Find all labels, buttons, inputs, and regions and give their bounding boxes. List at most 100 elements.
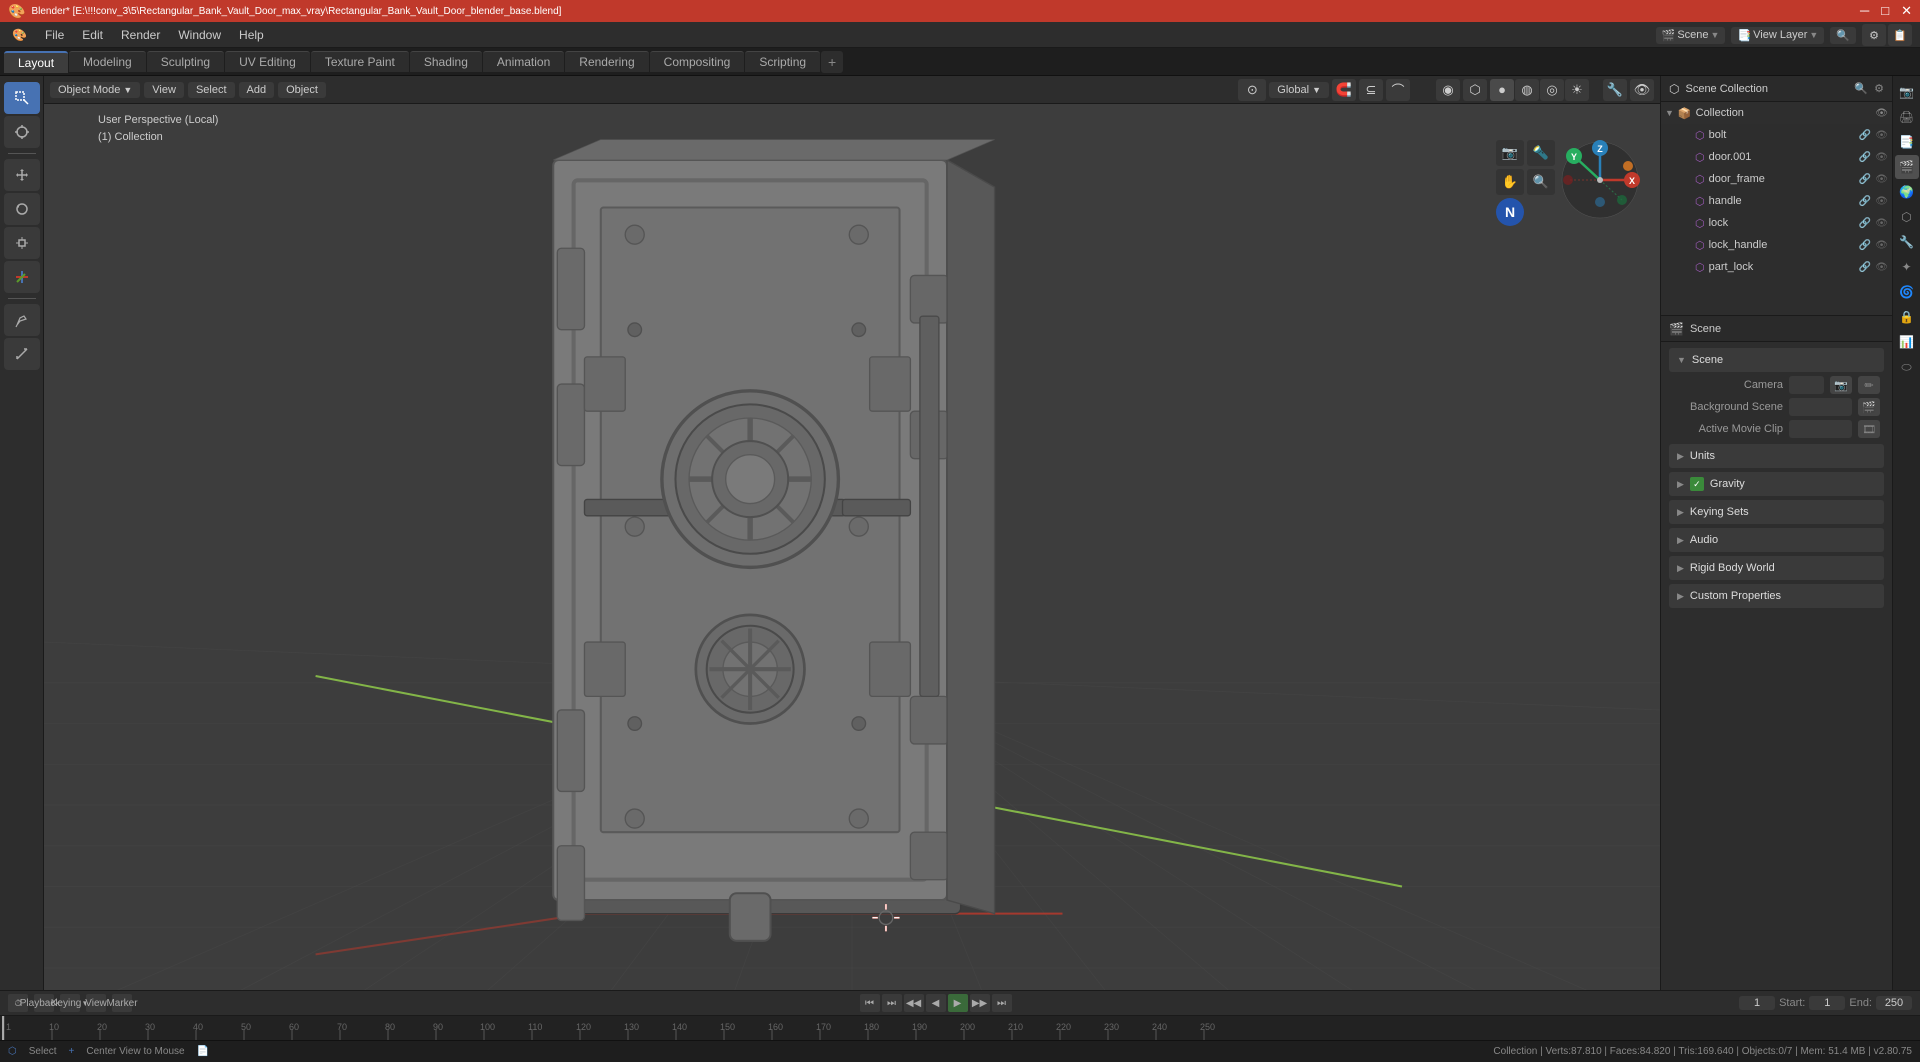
bolt-vis-icon[interactable]: 👁 <box>1875 130 1888 141</box>
bg-scene-value[interactable] <box>1789 398 1852 416</box>
viewport-add-btn[interactable]: Add <box>239 82 275 98</box>
tab-animation[interactable]: Animation <box>483 51 564 72</box>
audio-section-header[interactable]: ▶ Audio <box>1669 528 1884 552</box>
window-controls[interactable]: ─ □ ✕ <box>1860 3 1912 19</box>
viewport-solid-btn[interactable]: ● <box>1490 79 1514 101</box>
viewport-mode-btn[interactable]: Object Mode ▼ <box>50 82 140 98</box>
menu-help[interactable]: Help <box>231 26 272 44</box>
timeline-ruler[interactable]: 1 10 20 30 40 50 60 70 <box>0 1016 1920 1040</box>
tl-back-btn[interactable]: ◀◀ <box>904 994 924 1012</box>
camera-edit-btn[interactable]: ✏ <box>1858 376 1880 394</box>
viewport-tool-btn1[interactable]: 📷 <box>1496 140 1524 166</box>
prop-icon-scene[interactable]: 🎬 <box>1895 155 1919 179</box>
prop-icon-modifier[interactable]: 🔧 <box>1895 230 1919 254</box>
viewport-3d[interactable]: Object Mode ▼ View Select Add Object ⊙ G… <box>44 76 1660 990</box>
vis-icon[interactable]: 👁 <box>1875 108 1888 119</box>
close-btn[interactable]: ✕ <box>1901 3 1912 19</box>
tab-modeling[interactable]: Modeling <box>69 51 146 72</box>
viewport-rendered-btn[interactable]: ◎ <box>1540 79 1564 101</box>
viewport-tool-btn3[interactable]: ✋ <box>1496 169 1524 195</box>
gravity-section-header[interactable]: ▶ ✓ Gravity <box>1669 472 1884 496</box>
menu-render[interactable]: Render <box>113 26 168 44</box>
end-frame-input[interactable]: 250 <box>1876 996 1912 1010</box>
camera-value[interactable] <box>1789 376 1824 394</box>
tab-shading[interactable]: Shading <box>410 51 482 72</box>
viewport-overlay2-btn[interactable]: 👁 <box>1630 79 1654 101</box>
movie-clip-value[interactable] <box>1789 420 1852 438</box>
tl-next-frame-btn[interactable]: ▶▶ <box>970 994 990 1012</box>
menu-window[interactable]: Window <box>170 26 229 44</box>
tool-scale[interactable] <box>4 227 40 259</box>
tl-jump-start-btn[interactable]: ⏮ <box>860 994 880 1012</box>
viewport-object-btn[interactable]: Object <box>278 82 326 98</box>
tool-transform[interactable] <box>4 261 40 293</box>
search-box[interactable]: 🔍 <box>1830 27 1856 44</box>
outliner-item-part-lock[interactable]: ⬡ part_lock 🔗 👁 <box>1661 256 1892 278</box>
custom-props-section-header[interactable]: ▶ Custom Properties <box>1669 584 1884 608</box>
tl-keying-btn[interactable]: Keying ▼ <box>60 994 80 1012</box>
menu-blender[interactable]: 🎨 <box>4 26 35 44</box>
tl-play-btn[interactable]: ▶ <box>948 994 968 1012</box>
viewport-pivot-btn[interactable]: ⊙ <box>1238 79 1266 101</box>
viewport-view-btn[interactable]: View <box>144 82 184 98</box>
tl-prev-frame-btn[interactable]: ◀ <box>926 994 946 1012</box>
tab-texture-paint[interactable]: Texture Paint <box>311 51 409 72</box>
maximize-btn[interactable]: □ <box>1881 3 1889 19</box>
tab-rendering[interactable]: Rendering <box>565 51 648 72</box>
movie-clip-btn[interactable]: 🎞 <box>1858 420 1880 438</box>
axis-widget[interactable]: X Y Z <box>1560 140 1640 220</box>
outliner-item-door-frame[interactable]: ⬡ door_frame 🔗 👁 <box>1661 168 1892 190</box>
outliner-item-lock[interactable]: ⬡ lock 🔗 👁 <box>1661 212 1892 234</box>
tool-rotate[interactable] <box>4 193 40 225</box>
prop-icon-object[interactable]: ⬡ <box>1895 205 1919 229</box>
tab-uv-editing[interactable]: UV Editing <box>225 51 310 72</box>
tool-move[interactable] <box>4 159 40 191</box>
tl-step-back-btn[interactable]: ⏭ <box>882 994 902 1012</box>
prop-icon-material[interactable]: ⬭ <box>1895 355 1919 379</box>
viewport-global-btn[interactable]: Global ▼ <box>1269 82 1329 98</box>
tool-measure[interactable] <box>4 338 40 370</box>
tab-sculpting[interactable]: Sculpting <box>147 51 224 72</box>
viewport-xray-btn[interactable]: ⬡ <box>1463 79 1487 101</box>
start-frame-input[interactable]: 1 <box>1809 996 1845 1010</box>
handle-vis-icon[interactable]: 👁 <box>1875 196 1888 207</box>
viewport-gizmo-btn[interactable]: 🔧 <box>1603 79 1627 101</box>
lockhandle-vis-icon[interactable]: 👁 <box>1875 240 1888 251</box>
tl-jump-end-btn[interactable]: ⏭ <box>992 994 1012 1012</box>
camera-btn[interactable]: 📷 <box>1830 376 1852 394</box>
lock-vis-icon[interactable]: 👁 <box>1875 218 1888 229</box>
gravity-check[interactable]: ✓ <box>1690 477 1704 491</box>
top-menu-icon2[interactable]: 📋 <box>1888 24 1912 46</box>
viewport-snap-btn[interactable]: 🧲 <box>1332 79 1356 101</box>
viewport-tool-btn4[interactable]: 🔍 <box>1527 169 1555 195</box>
scene-dropdown-icon[interactable]: ▼ <box>1711 30 1720 40</box>
units-section-header[interactable]: ▶ Units <box>1669 444 1884 468</box>
current-frame-input[interactable]: 1 <box>1739 996 1775 1010</box>
viewlayer-label[interactable]: View Layer <box>1753 29 1807 41</box>
nav-icon[interactable]: N <box>1496 198 1524 226</box>
outliner-item-collection[interactable]: ▼ 📦 Collection 👁 <box>1661 102 1892 124</box>
outliner-item-handle[interactable]: ⬡ handle 🔗 👁 <box>1661 190 1892 212</box>
tl-view-btn[interactable]: View <box>86 994 106 1012</box>
tool-annotate[interactable] <box>4 304 40 336</box>
doorframe-vis-icon[interactable]: 👁 <box>1875 174 1888 185</box>
tab-scripting[interactable]: Scripting <box>745 51 820 72</box>
prop-icon-world[interactable]: 🌍 <box>1895 180 1919 204</box>
prop-icon-viewlayer[interactable]: 📑 <box>1895 130 1919 154</box>
tl-marker-btn[interactable]: Marker <box>112 994 132 1012</box>
scene-section-header[interactable]: ▼ Scene <box>1669 348 1884 372</box>
tool-select[interactable] <box>4 82 40 114</box>
outliner-item-lock-handle[interactable]: ⬡ lock_handle 🔗 👁 <box>1661 234 1892 256</box>
tool-cursor[interactable] <box>4 116 40 148</box>
add-workspace-btn[interactable]: + <box>821 51 843 73</box>
viewlayer-dropdown-icon[interactable]: ▼ <box>1809 30 1818 40</box>
viewport-proportional-btn[interactable]: ⊆ <box>1359 79 1383 101</box>
menu-edit[interactable]: Edit <box>74 26 111 44</box>
keying-section-header[interactable]: ▶ Keying Sets <box>1669 500 1884 524</box>
menu-file[interactable]: File <box>37 26 72 44</box>
viewport-material-btn[interactable]: ◍ <box>1515 79 1539 101</box>
viewport-eevee-btn[interactable]: ☀ <box>1565 79 1589 101</box>
tab-compositing[interactable]: Compositing <box>650 51 745 72</box>
prop-icon-output[interactable]: 🖨 <box>1895 105 1919 129</box>
door001-vis-icon[interactable]: 👁 <box>1875 152 1888 163</box>
